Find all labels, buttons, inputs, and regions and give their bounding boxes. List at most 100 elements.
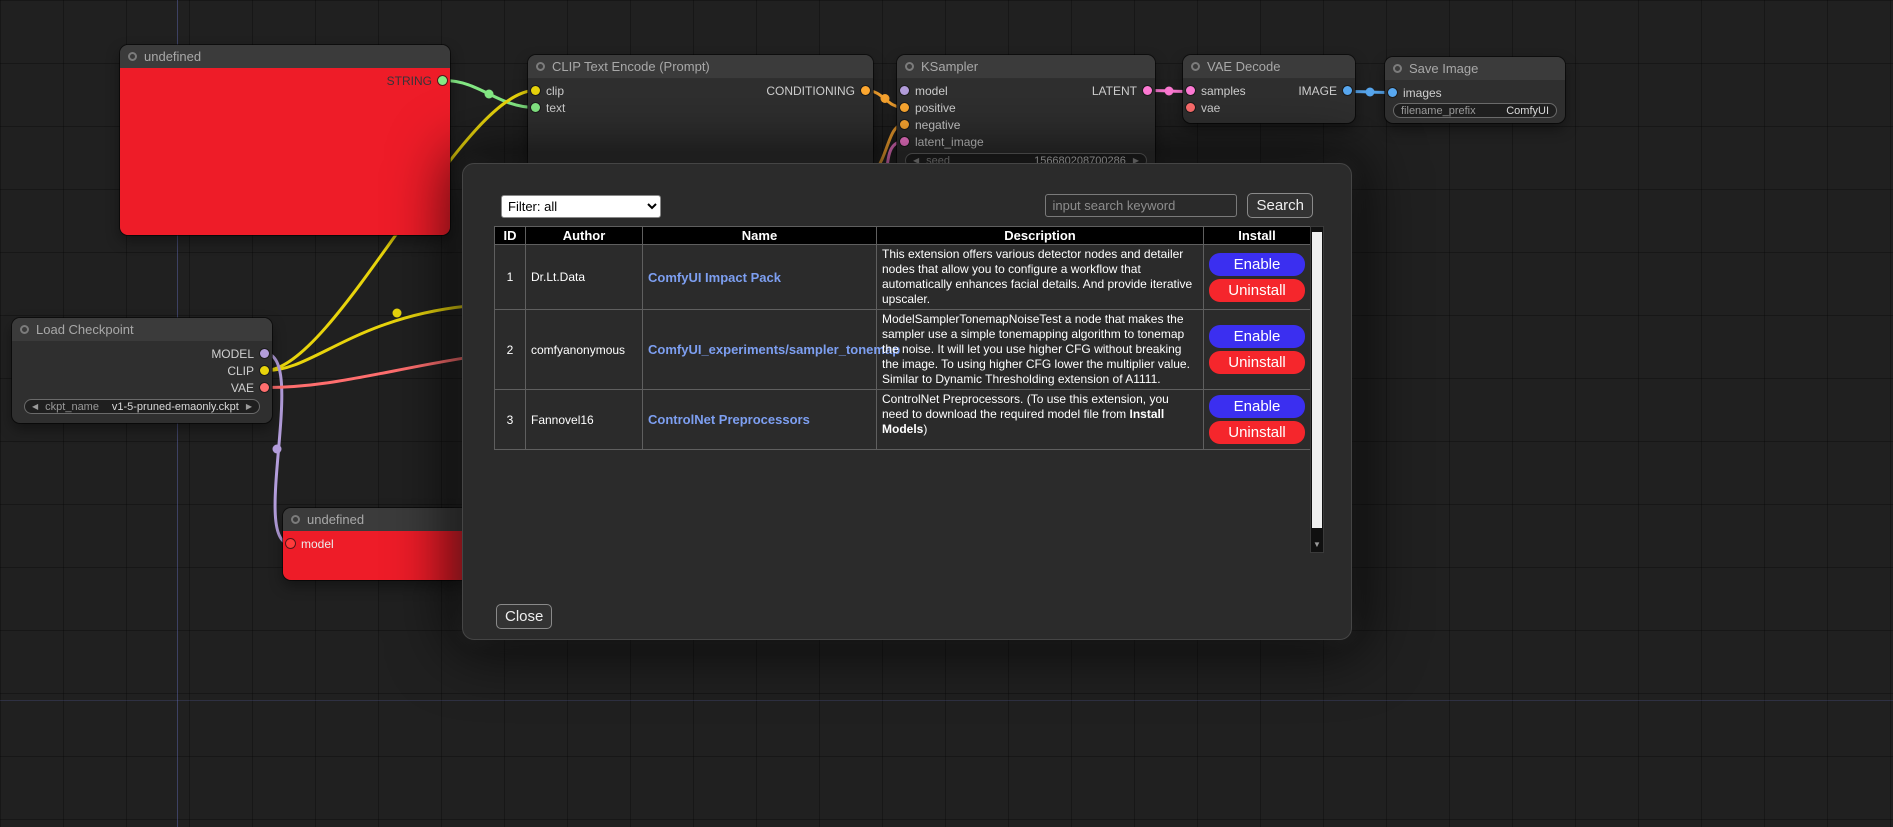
input-label: model (915, 84, 948, 98)
uninstall-button[interactable]: Uninstall (1209, 279, 1305, 302)
extension-author: Dr.Lt.Data (526, 245, 643, 310)
node-undefined-string[interactable]: undefined STRING (120, 45, 450, 235)
extension-row: 3 Fannovel16 ControlNet Preprocessors Co… (495, 390, 1311, 450)
node-header[interactable]: Save Image (1385, 57, 1565, 80)
uninstall-button[interactable]: Uninstall (1209, 351, 1305, 374)
link-midpoint-dot (393, 309, 402, 318)
node-title: Save Image (1409, 61, 1478, 76)
clip-input-slot[interactable] (531, 86, 540, 95)
wire-clip-to-hidden-encode (265, 306, 468, 371)
ckpt-prev-icon[interactable]: ◀ (32, 403, 38, 411)
node-load-checkpoint[interactable]: Load Checkpoint MODEL CLIP VAE ◀ ckpt_na… (12, 318, 272, 423)
extension-id: 2 (495, 310, 526, 390)
scrollbar-thumb[interactable] (1312, 232, 1322, 528)
enable-button[interactable]: Enable (1209, 395, 1305, 418)
node-undefined-model[interactable]: undefined model (283, 508, 483, 580)
vae-input-slot[interactable] (1186, 103, 1195, 112)
ckpt-name-widget[interactable]: ◀ ckpt_name v1-5-pruned-emaonly.ckpt ▶ (24, 399, 260, 414)
output-label: CONDITIONING (766, 84, 855, 98)
canvas-axis-horizontal (0, 700, 1893, 701)
node-header[interactable]: Load Checkpoint (12, 318, 272, 341)
output-label: MODEL (211, 347, 254, 361)
clip-output-slot[interactable] (260, 366, 269, 375)
filter-select[interactable]: Filter: all (501, 195, 661, 218)
search-area: Search (1045, 193, 1313, 218)
samples-input-slot[interactable] (1186, 86, 1195, 95)
node-collapse-icon[interactable] (20, 325, 29, 334)
scrollbar-down-icon[interactable]: ▼ (1311, 538, 1323, 551)
output-label: STRING (387, 74, 432, 88)
node-collapse-icon[interactable] (905, 62, 914, 71)
output-label: VAE (231, 381, 254, 395)
extension-description: This extension offers various detector n… (877, 245, 1204, 310)
comfyui-canvas[interactable]: { "nodes": { "string_node": { "title": "… (0, 0, 1893, 827)
search-button[interactable]: Search (1247, 193, 1313, 218)
filename-prefix-label: filename_prefix (1401, 105, 1476, 117)
negative-input-slot[interactable] (900, 120, 909, 129)
node-title: Load Checkpoint (36, 322, 134, 337)
model-output-slot[interactable] (260, 349, 269, 358)
table-scrollbar[interactable]: ▼ (1310, 226, 1324, 553)
node-header[interactable]: VAE Decode (1183, 55, 1355, 78)
conditioning-output-slot[interactable] (861, 86, 870, 95)
model-input-slot[interactable] (900, 86, 909, 95)
node-collapse-icon[interactable] (128, 52, 137, 61)
image-output-slot[interactable] (1343, 86, 1352, 95)
images-input-slot[interactable] (1388, 88, 1397, 97)
extension-row: 1 Dr.Lt.Data ComfyUI Impact Pack This ex… (495, 245, 1311, 310)
output-label: IMAGE (1298, 84, 1337, 98)
extension-id: 3 (495, 390, 526, 450)
node-header[interactable]: KSampler (897, 55, 1155, 78)
latent-output-slot[interactable] (1143, 86, 1152, 95)
node-collapse-icon[interactable] (536, 62, 545, 71)
extension-link[interactable]: ComfyUI_experiments/sampler_tonemap (648, 342, 900, 357)
enable-button[interactable]: Enable (1209, 325, 1305, 348)
node-header[interactable]: CLIP Text Encode (Prompt) (528, 55, 873, 78)
extensions-table: ID Author Name Description Install 1 Dr.… (494, 226, 1311, 450)
positive-input-slot[interactable] (900, 103, 909, 112)
filename-prefix-value: ComfyUI (1506, 105, 1549, 117)
input-label: model (301, 537, 334, 551)
close-button[interactable]: Close (496, 604, 552, 629)
node-save-image[interactable]: Save Image images filename_prefix ComfyU… (1385, 57, 1565, 123)
search-input[interactable] (1045, 194, 1237, 217)
model-input-slot[interactable] (286, 539, 295, 548)
node-title: undefined (144, 49, 201, 64)
ckpt-next-icon[interactable]: ▶ (246, 403, 252, 411)
link-midpoint-dot (881, 94, 890, 103)
extension-link[interactable]: ControlNet Preprocessors (648, 412, 810, 427)
vae-output-slot[interactable] (260, 383, 269, 392)
extension-link[interactable]: ComfyUI Impact Pack (648, 270, 781, 285)
input-label: clip (546, 84, 564, 98)
column-header-description: Description (877, 227, 1204, 245)
node-clip-text-encode[interactable]: CLIP Text Encode (Prompt) clip CONDITION… (528, 55, 873, 175)
uninstall-button[interactable]: Uninstall (1209, 421, 1305, 444)
input-label: vae (1201, 101, 1220, 115)
column-header-author: Author (526, 227, 643, 245)
input-label: positive (915, 101, 956, 115)
node-body: model (283, 531, 483, 580)
input-label: images (1403, 86, 1442, 100)
node-title: undefined (307, 512, 364, 527)
node-collapse-icon[interactable] (1191, 62, 1200, 71)
input-label: samples (1201, 84, 1246, 98)
column-header-install: Install (1204, 227, 1311, 245)
extension-author: comfyanonymous (526, 310, 643, 390)
node-collapse-icon[interactable] (1393, 64, 1402, 73)
extension-list-container: ID Author Name Description Install 1 Dr.… (494, 226, 1324, 553)
link-midpoint-dot (485, 90, 494, 99)
enable-button[interactable]: Enable (1209, 253, 1305, 276)
string-output-slot[interactable] (438, 76, 447, 85)
node-header[interactable]: undefined (120, 45, 450, 68)
extension-description: ModelSamplerTonemapNoiseTest a node that… (877, 310, 1204, 390)
filename-prefix-widget[interactable]: filename_prefix ComfyUI (1393, 103, 1557, 118)
node-header[interactable]: undefined (283, 508, 483, 531)
node-collapse-icon[interactable] (291, 515, 300, 524)
text-input-slot[interactable] (531, 103, 540, 112)
manager-dialog: Filter: all Search ID Author Name Descri… (462, 163, 1352, 640)
link-midpoint-dot (273, 445, 282, 454)
node-title: CLIP Text Encode (Prompt) (552, 59, 710, 74)
node-vae-decode[interactable]: VAE Decode samples IMAGE vae (1183, 55, 1355, 123)
node-ksampler[interactable]: KSampler model LATENT positive negative (897, 55, 1155, 175)
latent-image-input-slot[interactable] (900, 137, 909, 146)
